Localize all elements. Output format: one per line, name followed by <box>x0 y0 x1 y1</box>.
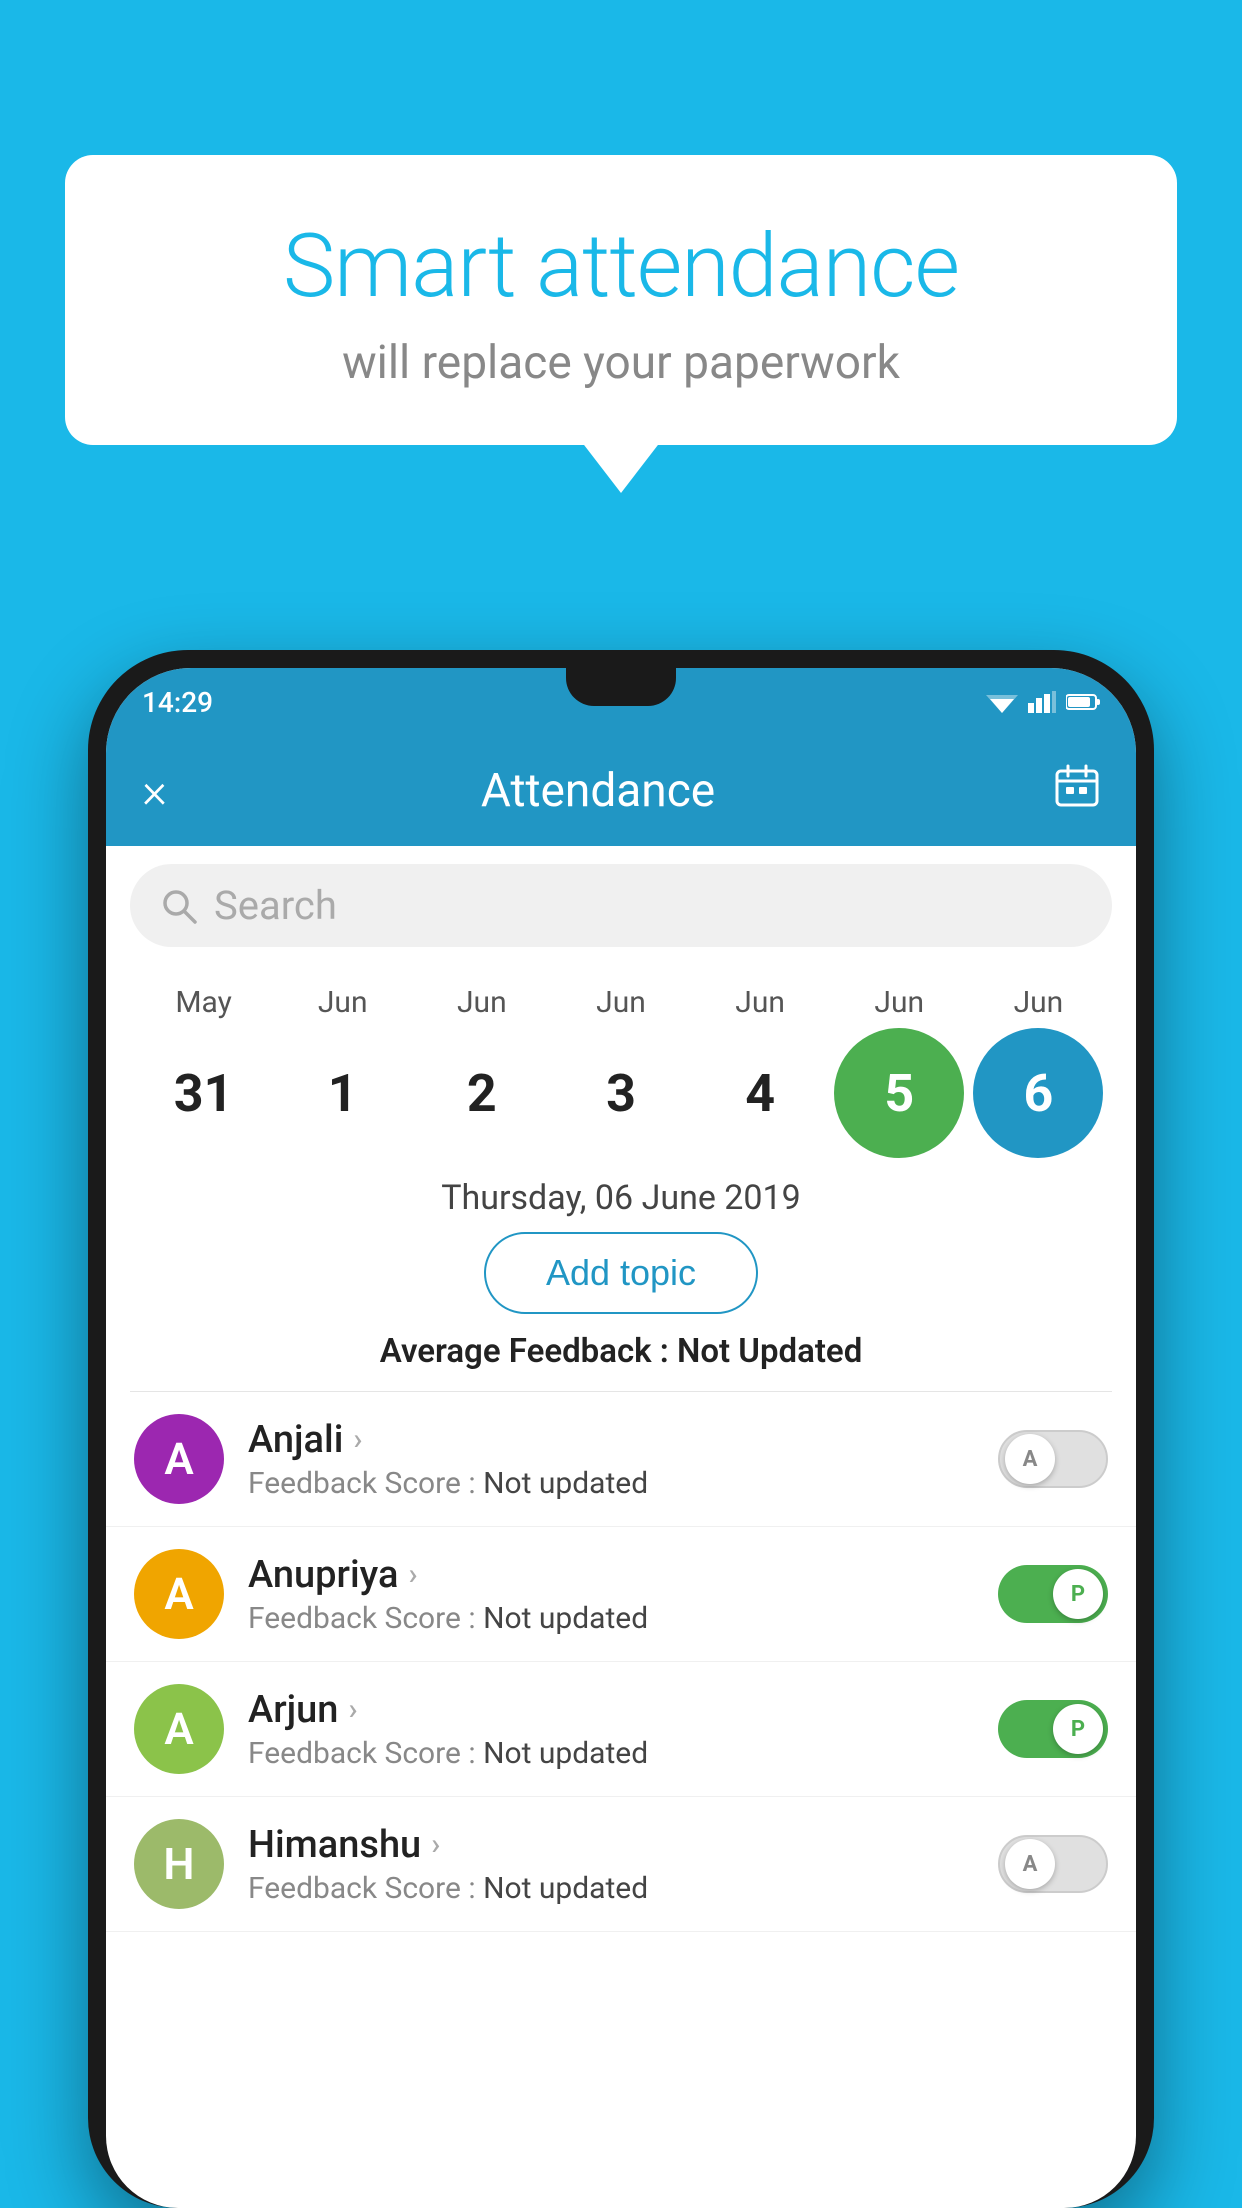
toggle-knob: A <box>1005 1839 1055 1889</box>
cal-month-4: Jun <box>695 985 825 1020</box>
student-score: Feedback Score : Not updated <box>248 1601 974 1636</box>
avg-feedback-label: Average Feedback : <box>380 1332 677 1371</box>
phone-frame: 14:29 <box>88 650 1154 2208</box>
cal-month-3: Jun <box>556 985 686 1020</box>
student-score: Feedback Score : Not updated <box>248 1871 974 1906</box>
student-name[interactable]: Anjali › <box>248 1418 974 1462</box>
student-list: AAnjali ›Feedback Score : Not updatedAAA… <box>106 1392 1136 1932</box>
student-info: Himanshu › Feedback Score : Not updated <box>248 1823 974 1906</box>
avatar: A <box>134 1549 224 1639</box>
toggle-container[interactable]: P <box>998 1565 1108 1623</box>
chevron-icon: › <box>408 1557 417 1592</box>
signal-icon <box>1028 691 1056 713</box>
speech-bubble-title: Smart attendance <box>125 215 1117 318</box>
add-topic-button[interactable]: Add topic <box>484 1232 758 1314</box>
student-info: Anupriya › Feedback Score : Not updated <box>248 1553 974 1636</box>
toggle-container[interactable]: A <box>998 1835 1108 1893</box>
search-bar[interactable]: Search <box>130 864 1112 947</box>
attendance-toggle[interactable]: P <box>998 1565 1108 1623</box>
speech-bubble-subtitle: will replace your paperwork <box>125 336 1117 390</box>
attendance-toggle[interactable]: A <box>998 1835 1108 1893</box>
student-info: Arjun › Feedback Score : Not updated <box>248 1688 974 1771</box>
phone-screen: 14:29 <box>106 668 1136 2208</box>
speech-bubble: Smart attendance will replace your paper… <box>65 155 1177 445</box>
student-name[interactable]: Himanshu › <box>248 1823 974 1867</box>
cal-month-0: May <box>139 985 269 1020</box>
notch <box>566 668 676 706</box>
avg-feedback: Average Feedback : Not Updated <box>106 1332 1136 1371</box>
battery-icon <box>1066 693 1100 711</box>
cal-date-1[interactable]: 1 <box>278 1028 408 1158</box>
chevron-icon: › <box>348 1692 357 1727</box>
student-row: A Arjun › Feedback Score : Not updated P <box>106 1662 1136 1797</box>
cal-month-5: Jun <box>834 985 964 1020</box>
status-bar: 14:29 <box>106 668 1136 736</box>
cal-date-3[interactable]: 3 <box>556 1028 686 1158</box>
wifi-icon <box>986 691 1018 713</box>
avatar: A <box>134 1684 224 1774</box>
cal-date-2[interactable]: 2 <box>417 1028 547 1158</box>
toggle-container[interactable]: P <box>998 1700 1108 1758</box>
toggle-container[interactable]: A <box>998 1430 1108 1488</box>
student-name[interactable]: Anupriya › <box>248 1553 974 1597</box>
student-row: H Himanshu › Feedback Score : Not updated A <box>106 1797 1136 1932</box>
avatar: H <box>134 1819 224 1909</box>
cal-month-2: Jun <box>417 985 547 1020</box>
status-time: 14:29 <box>142 686 213 719</box>
speech-bubble-container: Smart attendance will replace your paper… <box>65 155 1177 445</box>
search-icon <box>160 887 198 925</box>
app-bar: × Attendance <box>106 736 1136 846</box>
search-input[interactable]: Search <box>214 882 337 929</box>
avg-feedback-value: Not Updated <box>677 1332 862 1371</box>
chevron-icon: › <box>431 1827 440 1862</box>
cal-date-5[interactable]: 5 <box>834 1028 964 1158</box>
cal-month-6: Jun <box>973 985 1103 1020</box>
calendar-months: May Jun Jun Jun Jun Jun Jun <box>134 985 1108 1020</box>
calendar-dates: 31 1 2 3 4 5 6 <box>134 1028 1108 1158</box>
student-row: A Anjali › Feedback Score : Not updated A <box>106 1392 1136 1527</box>
calendar-icon[interactable] <box>1054 763 1100 820</box>
student-score: Feedback Score : Not updated <box>248 1466 974 1501</box>
student-score: Feedback Score : Not updated <box>248 1736 974 1771</box>
cal-date-4[interactable]: 4 <box>695 1028 825 1158</box>
calendar-row: May Jun Jun Jun Jun Jun Jun 31 1 2 3 4 5… <box>106 965 1136 1158</box>
toggle-knob: P <box>1053 1569 1103 1619</box>
date-label: Thursday, 06 June 2019 <box>106 1178 1136 1218</box>
cal-date-0[interactable]: 31 <box>139 1028 269 1158</box>
attendance-toggle[interactable]: A <box>998 1430 1108 1488</box>
student-row: A Anupriya › Feedback Score : Not updated P <box>106 1527 1136 1662</box>
avatar: A <box>134 1414 224 1504</box>
toggle-knob: A <box>1005 1434 1055 1484</box>
student-info: Anjali › Feedback Score : Not updated <box>248 1418 974 1501</box>
cal-month-1: Jun <box>278 985 408 1020</box>
app-bar-title: Attendance <box>142 764 1054 818</box>
toggle-knob: P <box>1053 1704 1103 1754</box>
chevron-icon: › <box>353 1422 362 1457</box>
student-name[interactable]: Arjun › <box>248 1688 974 1732</box>
attendance-toggle[interactable]: P <box>998 1700 1108 1758</box>
cal-date-6[interactable]: 6 <box>973 1028 1103 1158</box>
status-icons <box>986 691 1100 713</box>
